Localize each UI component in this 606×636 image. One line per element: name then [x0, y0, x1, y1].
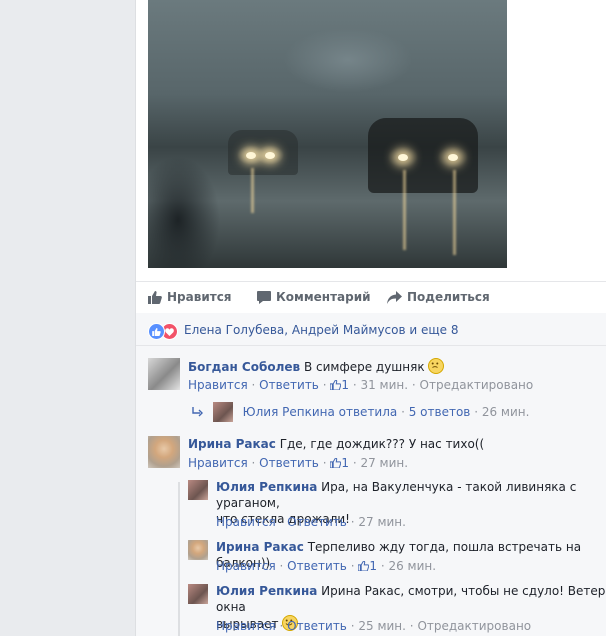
reply-like-count[interactable]: 1	[357, 559, 380, 573]
photo-car-left	[228, 130, 298, 175]
like-button[interactable]: Нравится	[148, 290, 232, 304]
like-button-label: Нравится	[167, 290, 232, 304]
comment-button-label: Комментарий	[276, 290, 371, 304]
avatar[interactable]	[148, 436, 180, 468]
comment-time[interactable]: 31 мин.	[360, 378, 408, 392]
avatar[interactable]	[188, 584, 208, 604]
reply-like-link[interactable]: Нравится	[216, 619, 276, 633]
reply-author[interactable]: Юлия Репкина	[243, 405, 335, 419]
avatar[interactable]	[188, 540, 208, 560]
comment-like-count[interactable]: 1	[329, 378, 352, 392]
reply-author[interactable]: Юлия Репкина	[216, 480, 317, 494]
post-photo[interactable]	[148, 0, 507, 268]
photo-headlight	[398, 154, 408, 161]
reply-reply-link[interactable]: Ответить	[287, 619, 347, 633]
comment-edited[interactable]: Отредактировано	[420, 378, 534, 392]
comment-meta: Нравится · Ответить · 1 · 27 мин.	[188, 456, 409, 470]
share-button-label: Поделиться	[407, 290, 490, 304]
reaction-icons	[148, 323, 180, 340]
post-card: Нравится Комментарий Поделиться Елена Го…	[135, 0, 606, 636]
comment-meta: Нравится · Ответить · 1 · 31 мин. · Отре…	[188, 378, 534, 392]
photo-reflection	[453, 170, 456, 255]
photo-reflection	[251, 168, 254, 213]
comment-body: Ирина Ракас Где, где дождик??? У нас тих…	[188, 436, 484, 452]
comment-icon	[257, 290, 271, 304]
comment-reply-link[interactable]: Ответить	[259, 456, 319, 470]
photo-car-right	[368, 118, 478, 193]
avatar[interactable]	[212, 402, 233, 422]
comment-like-count[interactable]: 1	[329, 456, 352, 470]
reply-time[interactable]: 26 мин.	[482, 405, 530, 419]
reply-author[interactable]: Юлия Репкина	[216, 584, 317, 598]
reply-arrow-icon	[192, 405, 207, 419]
photo-headlight	[265, 152, 275, 159]
comment-button[interactable]: Комментарий	[257, 290, 371, 304]
replies-summary[interactable]: Юлия Репкина ответила · 5 ответов · 26 м…	[192, 402, 529, 422]
reactors-list[interactable]: Елена Голубева, Андрей Маймусов и еще 8	[184, 323, 459, 337]
reply-reply-link[interactable]: Ответить	[287, 515, 347, 529]
reply-thread-line	[178, 482, 180, 636]
comment-author[interactable]: Богдан Соболев	[188, 360, 300, 374]
reply-time[interactable]: 26 мин.	[388, 559, 436, 573]
comments-section: Богдан Соболев В симфере душняк Нравится…	[136, 346, 606, 636]
reply-time[interactable]: 25 мин.	[358, 619, 406, 633]
share-button[interactable]: Поделиться	[387, 290, 490, 304]
avatar[interactable]	[188, 480, 208, 500]
replies-count-link[interactable]: 5 ответов	[409, 405, 471, 419]
photo-reflection	[403, 170, 406, 250]
comment-like-link[interactable]: Нравится	[188, 378, 248, 392]
reply-like-link[interactable]: Нравится	[216, 559, 276, 573]
comment-body: Богдан Соболев В симфере душняк	[188, 358, 445, 375]
like-reaction-icon	[148, 323, 165, 340]
comment-author[interactable]: Ирина Ракас	[188, 437, 276, 451]
photo-headlight	[246, 152, 256, 159]
comment-text: В симфере душняк	[303, 360, 425, 374]
reactions-summary[interactable]: Елена Голубева, Андрей Маймусов и еще 8	[136, 313, 606, 346]
reply-edited[interactable]: Отредактировано	[417, 619, 531, 633]
reply-meta: Нравится · Ответить · 27 мин.	[216, 515, 406, 529]
smiley-icon	[428, 358, 445, 374]
comment-reply-link[interactable]: Ответить	[259, 378, 319, 392]
avatar[interactable]	[148, 358, 180, 390]
reply-reply-link[interactable]: Ответить	[287, 559, 347, 573]
reply-time[interactable]: 27 мин.	[358, 515, 406, 529]
reply-author[interactable]: Ирина Ракас	[216, 540, 304, 554]
share-arrow-icon	[387, 290, 402, 304]
post-action-bar: Нравится Комментарий Поделиться	[136, 281, 606, 314]
thumbs-up-icon	[148, 290, 162, 304]
reply-meta: Нравится · Ответить · 25 мин. · Отредакт…	[216, 619, 532, 633]
comment-text: Где, где дождик??? У нас тихо((	[279, 437, 485, 451]
reply-like-link[interactable]: Нравится	[216, 515, 276, 529]
comment-time[interactable]: 27 мин.	[360, 456, 408, 470]
photo-headlight	[448, 154, 458, 161]
reply-meta: Нравится · Ответить · 1 · 26 мин.	[216, 559, 437, 573]
comment-like-link[interactable]: Нравится	[188, 456, 248, 470]
